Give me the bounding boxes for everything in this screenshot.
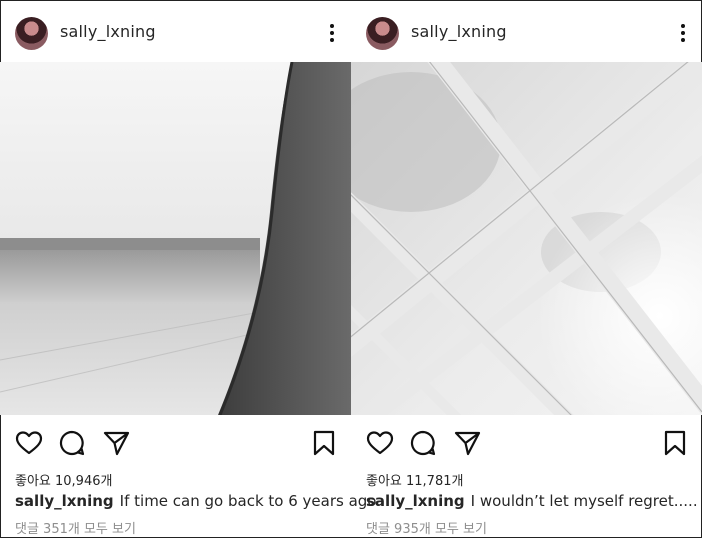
post-1: sally_lxning 좋아요 10,946개 sally_lxning If… [0,0,376,538]
post-caption: sally_lxning I wouldn’t let myself regret… [366,492,698,510]
more-options-icon[interactable] [680,24,686,44]
comment-icon[interactable] [409,429,437,457]
caption-username[interactable]: sally_lxning [15,492,114,510]
share-icon[interactable] [453,429,481,457]
post-image[interactable] [351,62,702,415]
post-image[interactable] [0,62,351,415]
heart-icon[interactable] [366,429,394,457]
post-actions [351,425,702,461]
post-header: sally_lxning [351,0,702,62]
like-count[interactable]: 좋아요 11,781개 [366,470,463,489]
caption-text: I wouldn’t let myself regret..... [470,492,698,510]
post-caption: sally_lxning If time can go back to 6 yea… [15,492,376,510]
post-username[interactable]: sally_lxning [411,22,507,41]
share-icon[interactable] [102,429,130,457]
post-actions [0,425,351,461]
bookmark-icon[interactable] [661,429,689,457]
view-comments-link[interactable]: 댓글 351개 모두 보기 [15,518,136,537]
post-username[interactable]: sally_lxning [60,22,156,41]
avatar[interactable] [15,17,48,50]
view-comments-link[interactable]: 댓글 935개 모두 보기 [366,518,487,537]
like-count[interactable]: 좋아요 10,946개 [15,470,112,489]
more-options-icon[interactable] [329,24,335,44]
caption-username[interactable]: sally_lxning [366,492,465,510]
bookmark-icon[interactable] [310,429,338,457]
heart-icon[interactable] [15,429,43,457]
avatar[interactable] [366,17,399,50]
caption-text: If time can go back to 6 years ago [119,492,377,510]
post-2: sally_lxning 좋아요 11,781개 sally_lxning I … [351,0,702,538]
post-header: sally_lxning [0,0,351,62]
comment-icon[interactable] [58,429,86,457]
